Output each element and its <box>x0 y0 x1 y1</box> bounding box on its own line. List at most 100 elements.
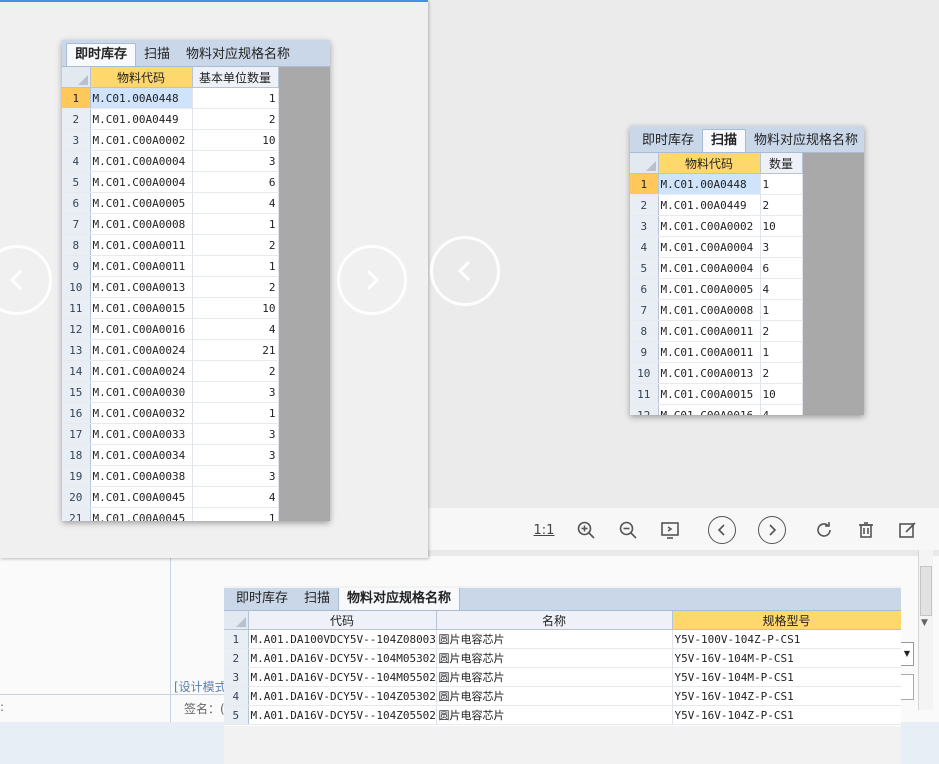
table-row[interactable]: 16 M.C01.C00A0032 1 <box>62 402 279 424</box>
table-cell[interactable]: M.C01.00A0448 <box>90 87 193 109</box>
table-cell[interactable]: M.C01.C00A0002 <box>658 215 761 237</box>
table-cell[interactable]: 2 <box>192 360 279 382</box>
previous-icon[interactable] <box>708 516 736 544</box>
table-cell[interactable]: M.C01.C00A0004 <box>658 236 761 258</box>
zoom-in-icon[interactable] <box>574 515 598 545</box>
table-row[interactable]: 20 M.C01.C00A0045 4 <box>62 486 279 508</box>
scroll-down-icon[interactable]: ▼ <box>921 618 928 628</box>
table-cell[interactable]: Y5V-16V-104M-P-CS1 <box>672 648 901 668</box>
table-row[interactable]: 19 M.C01.C00A0038 3 <box>62 465 279 487</box>
table-row[interactable]: 1 M.C01.00A0448 1 <box>62 87 279 109</box>
row-number[interactable]: 2 <box>224 648 249 668</box>
table-cell[interactable]: M.C01.C00A0002 <box>90 129 193 151</box>
table-cell[interactable]: M.C01.C00A0024 <box>90 360 193 382</box>
fit-screen-icon[interactable] <box>658 515 682 545</box>
column-header[interactable]: 数量 <box>760 153 803 174</box>
table-cell[interactable]: 4 <box>760 404 803 415</box>
table-cell[interactable]: M.C01.00A0448 <box>658 173 761 195</box>
table-cell[interactable]: M.C01.C00A0011 <box>658 341 761 363</box>
table-cell[interactable]: 4 <box>760 278 803 300</box>
table-cell[interactable]: M.C01.C00A0008 <box>658 299 761 321</box>
table-cell[interactable]: M.A01.DA100VDCY5V--104Z080030P <box>248 629 437 649</box>
table-row[interactable]: 2 M.C01.00A0449 2 <box>630 194 803 216</box>
table-row[interactable]: 8 M.C01.C00A0011 2 <box>630 320 803 342</box>
table-cell[interactable]: 4 <box>192 486 279 508</box>
select-all-corner[interactable] <box>62 67 91 88</box>
row-number[interactable]: 2 <box>630 194 659 216</box>
row-number[interactable]: 3 <box>630 215 659 237</box>
select-all-corner[interactable] <box>630 153 659 174</box>
table-row[interactable]: 15 M.C01.C00A0030 3 <box>62 381 279 403</box>
tab-0[interactable]: 即时库存 <box>66 43 137 66</box>
row-number[interactable]: 11 <box>630 383 659 405</box>
row-number[interactable]: 14 <box>62 360 91 382</box>
table-cell[interactable]: 3 <box>192 465 279 487</box>
table-cell[interactable]: M.C01.C00A0033 <box>90 423 193 445</box>
table-cell[interactable]: M.C01.C00A0034 <box>90 444 193 466</box>
table-row[interactable]: 6 M.C01.C00A0005 4 <box>630 278 803 300</box>
table-cell[interactable]: M.C01.C00A0005 <box>90 192 193 214</box>
scrollbar-thumb[interactable] <box>920 566 932 616</box>
row-number[interactable]: 6 <box>630 278 659 300</box>
table-cell[interactable]: 2 <box>760 362 803 384</box>
table-row[interactable]: 5 M.A01.DA16V-DCY5V--104Z055022P 圆片电容芯片 Y5V… <box>224 705 901 725</box>
column-header[interactable]: 物料代码 <box>90 67 193 88</box>
table-cell[interactable]: 3 <box>760 236 803 258</box>
table-cell[interactable]: 3 <box>192 381 279 403</box>
next-icon[interactable] <box>758 516 786 544</box>
table-cell[interactable]: 1 <box>192 255 279 277</box>
table-row[interactable]: 9 M.C01.C00A0011 1 <box>62 255 279 277</box>
row-number[interactable]: 4 <box>62 150 91 172</box>
table-cell[interactable]: M.C01.C00A0030 <box>90 381 193 403</box>
table-row[interactable]: 2 M.A01.DA16V-DCY5V--104M053020P 圆片电容芯片 Y5V… <box>224 648 901 668</box>
table-cell[interactable]: M.C01.C00A0013 <box>90 276 193 298</box>
table-cell[interactable]: 2 <box>192 276 279 298</box>
table-cell[interactable]: 1 <box>192 507 279 521</box>
table-cell[interactable]: M.C01.C00A0008 <box>90 213 193 235</box>
table-cell[interactable]: 4 <box>192 318 279 340</box>
table-row[interactable]: 1 M.A01.DA100VDCY5V--104Z080030P 圆片电容芯片 Y5V… <box>224 629 901 649</box>
table-row[interactable]: 3 M.C01.C00A0002 10 <box>62 129 279 151</box>
table-cell[interactable]: M.C01.C00A0011 <box>658 320 761 342</box>
rotate-icon[interactable] <box>812 515 836 545</box>
table-cell[interactable]: 4 <box>192 192 279 214</box>
row-number[interactable]: 15 <box>62 381 91 403</box>
table-cell[interactable]: 圆片电容芯片 <box>436 667 673 687</box>
table-cell[interactable]: M.C01.00A0449 <box>658 194 761 216</box>
tab-2[interactable]: 物料对应规格名称 <box>178 44 298 66</box>
table-cell[interactable]: 1 <box>192 213 279 235</box>
table-row[interactable]: 5 M.C01.C00A0004 6 <box>62 171 279 193</box>
row-number[interactable]: 4 <box>630 236 659 258</box>
table-cell[interactable]: M.A01.DA16V-DCY5V--104M055022P <box>248 667 437 687</box>
table-cell[interactable]: 1 <box>192 402 279 424</box>
table-cell[interactable]: M.C01.C00A0024 <box>90 339 193 361</box>
row-number[interactable]: 12 <box>62 318 91 340</box>
row-number[interactable]: 4 <box>224 686 249 706</box>
table-row[interactable]: 12 M.C01.C00A0016 4 <box>62 318 279 340</box>
table-row[interactable]: 7 M.C01.C00A0008 1 <box>62 213 279 235</box>
table-cell[interactable]: M.C01.C00A0004 <box>658 257 761 279</box>
table-cell[interactable]: 2 <box>192 108 279 130</box>
row-number[interactable]: 13 <box>62 339 91 361</box>
row-number[interactable]: 8 <box>630 320 659 342</box>
dropdown-arrow-icon[interactable]: ▼ <box>900 642 914 666</box>
row-number[interactable]: 8 <box>62 234 91 256</box>
tab-2[interactable]: 物料对应规格名称 <box>338 588 461 610</box>
next-image-icon[interactable] <box>337 245 407 315</box>
column-header[interactable]: 基本单位数量 <box>192 67 279 88</box>
table-row[interactable]: 1 M.C01.00A0448 1 <box>630 173 803 195</box>
table-cell[interactable]: M.C01.C00A0045 <box>90 507 193 521</box>
table-cell[interactable]: M.C01.C00A0015 <box>658 383 761 405</box>
row-number[interactable]: 7 <box>630 299 659 321</box>
tab-1[interactable]: 扫描 <box>702 129 747 152</box>
table-row[interactable]: 9 M.C01.C00A0011 1 <box>630 341 803 363</box>
table-row[interactable]: 5 M.C01.C00A0004 6 <box>630 257 803 279</box>
scrollbar[interactable]: ▼ <box>918 550 933 710</box>
select-all-corner[interactable] <box>224 611 249 630</box>
table-row[interactable]: 7 M.C01.C00A0008 1 <box>630 299 803 321</box>
zoom-out-icon[interactable] <box>616 515 640 545</box>
table-cell[interactable]: M.C01.C00A0016 <box>90 318 193 340</box>
row-number[interactable]: 5 <box>630 257 659 279</box>
table-row[interactable]: 11 M.C01.C00A0015 10 <box>62 297 279 319</box>
table-row[interactable]: 4 M.C01.C00A0004 3 <box>630 236 803 258</box>
